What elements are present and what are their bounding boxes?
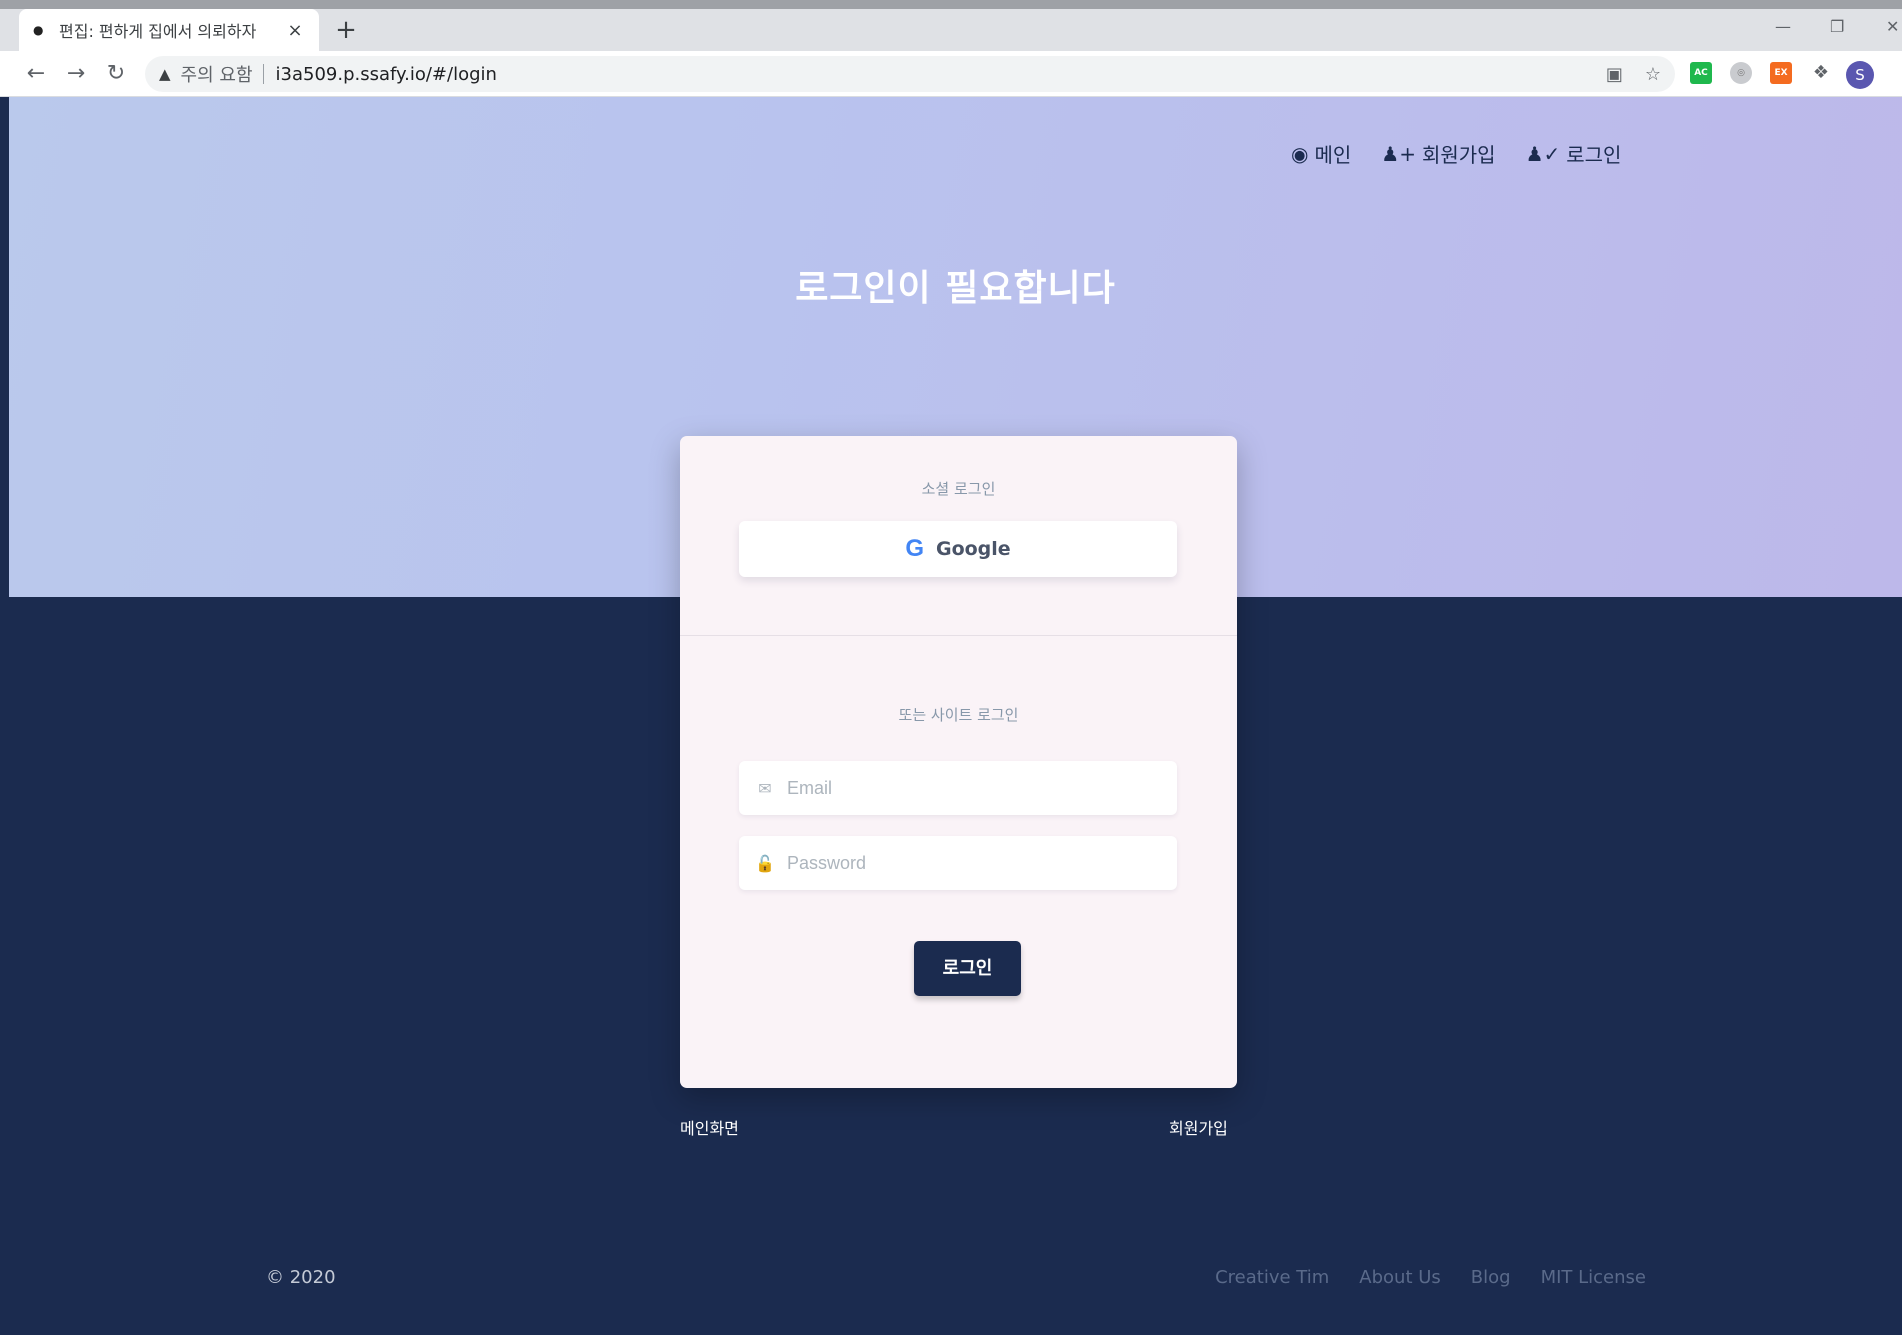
footer-link-mit-license[interactable]: MIT License xyxy=(1541,1267,1646,1288)
nav-login[interactable]: ♟✓ 로그인 xyxy=(1526,139,1622,168)
browser-window: ● 편집: 편하게 집에서 의뢰하자 × + — ❐ ✕ ← → ↻ ▲ 주의 … xyxy=(0,0,1902,1335)
omnibox-actions: ▣ ☆ xyxy=(1606,64,1661,85)
security-warning-text: 주의 요함 xyxy=(180,65,253,86)
tab-strip: ● 편집: 편하게 집에서 의뢰하자 × + — ❐ ✕ xyxy=(0,9,1902,51)
google-button-label: Google xyxy=(935,538,1011,560)
footer-link-about-us[interactable]: About Us xyxy=(1359,1267,1441,1288)
envelope-icon: ✉ xyxy=(758,778,772,798)
browser-tab[interactable]: ● 편집: 편하게 집에서 의뢰하자 × xyxy=(19,9,319,51)
window-top-border xyxy=(0,0,1902,9)
google-login-button[interactable]: G Google xyxy=(739,521,1177,577)
nav-main-label: 메인 xyxy=(1314,143,1352,167)
main-screen-link[interactable]: 메인화면 xyxy=(680,1115,739,1139)
extension-ac-icon[interactable]: AC xyxy=(1690,62,1712,84)
translate-icon[interactable]: ▣ xyxy=(1606,64,1623,85)
nav-signup[interactable]: ♟+ 회원가입 xyxy=(1381,139,1495,168)
signup-link[interactable]: 회원가입 xyxy=(1169,1115,1228,1139)
footer-links: Creative Tim About Us Blog MIT License xyxy=(1215,1267,1646,1288)
tab-favicon-icon: ● xyxy=(33,23,44,37)
minimize-icon[interactable]: — xyxy=(1775,17,1791,36)
password-field-group: 🔓 xyxy=(739,836,1177,890)
lock-icon: 🔓 xyxy=(755,853,775,873)
email-input[interactable] xyxy=(787,777,1147,799)
restore-icon[interactable]: ❐ xyxy=(1830,17,1844,36)
login-button[interactable]: 로그인 xyxy=(914,941,1021,996)
login-card: 소셜 로그인 G Google 또는 사이트 로그인 ✉ 🔓 로그인 xyxy=(680,436,1237,1088)
extension-shield-icon[interactable]: ◎ xyxy=(1730,62,1752,84)
extensions-puzzle-icon[interactable]: ❖ xyxy=(1810,62,1832,84)
bookmark-star-icon[interactable]: ☆ xyxy=(1645,64,1661,85)
footer-copyright: © 2020 xyxy=(266,1267,336,1288)
social-login-section: 소셜 로그인 G Google xyxy=(680,436,1237,636)
footer-link-creative-tim[interactable]: Creative Tim xyxy=(1215,1267,1329,1288)
user-check-icon: ♟✓ xyxy=(1525,141,1561,166)
new-tab-button[interactable]: + xyxy=(333,17,359,43)
user-plus-icon: ♟+ xyxy=(1381,141,1416,166)
google-icon: G xyxy=(905,535,924,562)
forward-arrow-icon[interactable]: → xyxy=(62,60,90,88)
page-content: ◉ 메인 ♟+ 회원가입 ♟✓ 로그인 로그인이 필요합니다 소셜 로그인 G xyxy=(9,97,1902,1335)
footer-link-blog[interactable]: Blog xyxy=(1471,1267,1511,1288)
browser-toolbar: ← → ↻ ▲ 주의 요함 i3a509.p.ssafy.io/#/login … xyxy=(0,51,1902,97)
top-navigation: ◉ 메인 ♟+ 회원가입 ♟✓ 로그인 xyxy=(1291,139,1621,168)
url-text[interactable]: i3a509.p.ssafy.io/#/login xyxy=(276,64,497,85)
social-login-label: 소셜 로그인 xyxy=(921,480,996,498)
page-title: 로그인이 필요합니다 xyxy=(795,268,1116,309)
nav-main[interactable]: ◉ 메인 xyxy=(1291,139,1351,168)
reload-icon[interactable]: ↻ xyxy=(102,60,130,88)
profile-avatar[interactable]: S xyxy=(1846,61,1874,89)
warning-icon: ▲ xyxy=(159,65,171,83)
close-window-icon[interactable]: ✕ xyxy=(1886,17,1899,36)
nav-signup-label: 회원가입 xyxy=(1421,143,1496,167)
password-input[interactable] xyxy=(787,852,1147,874)
back-arrow-icon[interactable]: ← xyxy=(22,60,50,88)
nav-login-label: 로그인 xyxy=(1566,143,1622,167)
address-separator xyxy=(262,64,264,84)
tab-title: 편집: 편하게 집에서 의뢰하자 xyxy=(59,22,257,41)
planet-icon: ◉ xyxy=(1291,141,1309,166)
email-field-group: ✉ xyxy=(739,761,1177,815)
tab-close-icon[interactable]: × xyxy=(285,20,305,41)
extension-ex-icon[interactable]: EX xyxy=(1770,62,1792,84)
address-bar[interactable]: ▲ 주의 요함 i3a509.p.ssafy.io/#/login ▣ ☆ xyxy=(145,56,1675,92)
site-login-label: 또는 사이트 로그인 xyxy=(898,706,1019,724)
